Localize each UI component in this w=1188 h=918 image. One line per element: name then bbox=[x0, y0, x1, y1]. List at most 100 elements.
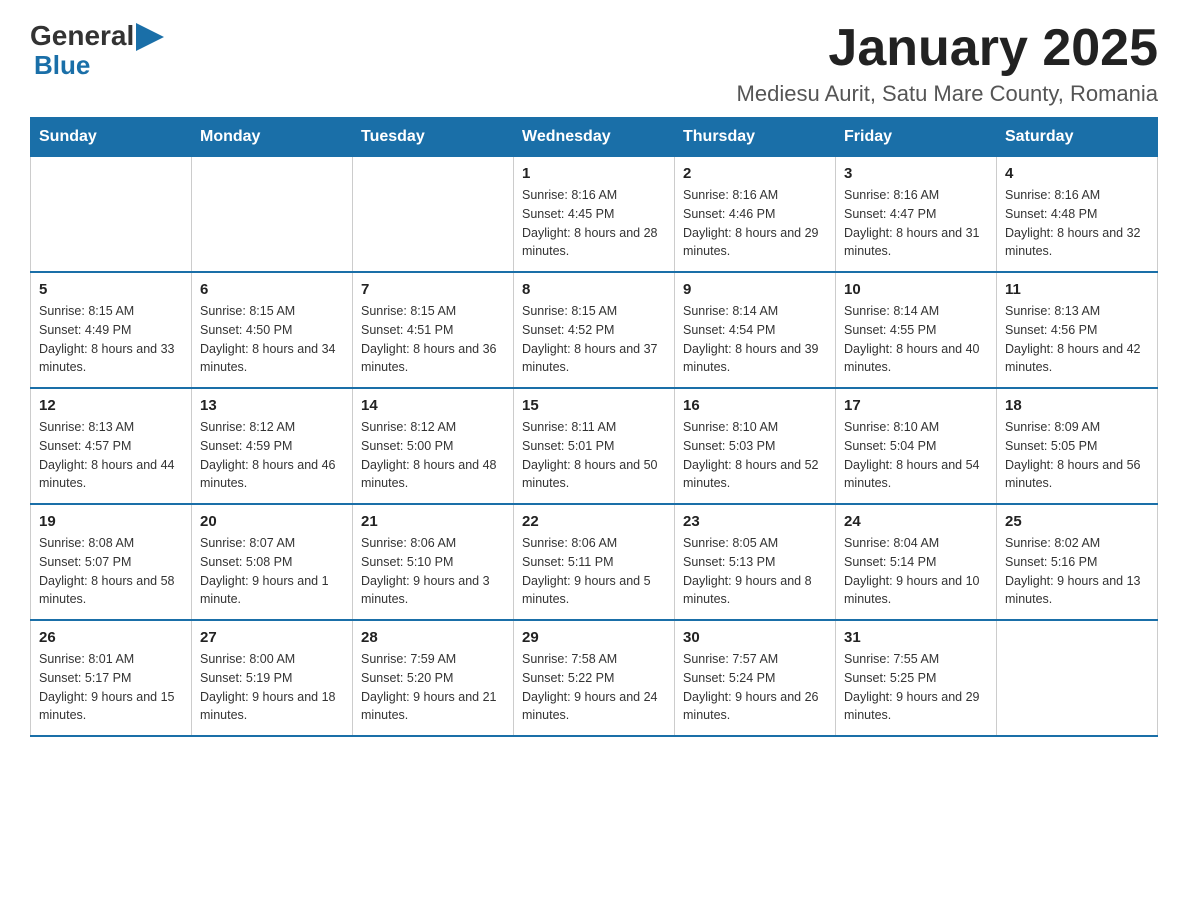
calendar-cell: 4 Sunrise: 8:16 AMSunset: 4:48 PMDaylight… bbox=[997, 157, 1158, 273]
logo-arrow-icon bbox=[136, 23, 164, 51]
calendar-cell: 12 Sunrise: 8:13 AMSunset: 4:57 PMDayligh… bbox=[31, 388, 192, 504]
day-info: Sunrise: 8:08 AMSunset: 5:07 PMDaylight:… bbox=[39, 534, 183, 609]
day-info: Sunrise: 8:02 AMSunset: 5:16 PMDaylight:… bbox=[1005, 534, 1149, 609]
calendar-cell: 24 Sunrise: 8:04 AMSunset: 5:14 PMDayligh… bbox=[836, 504, 997, 620]
weekday-header-thursday: Thursday bbox=[675, 118, 836, 157]
day-info: Sunrise: 8:13 AMSunset: 4:57 PMDaylight:… bbox=[39, 418, 183, 493]
weekday-header-tuesday: Tuesday bbox=[353, 118, 514, 157]
calendar-cell: 30Sunrise: 7:57 AMSunset: 5:24 PMDayligh… bbox=[675, 620, 836, 736]
calendar-cell: 10 Sunrise: 8:14 AMSunset: 4:55 PMDayligh… bbox=[836, 272, 997, 388]
logo-blue-text: Blue bbox=[34, 52, 90, 78]
calendar-cell: 25 Sunrise: 8:02 AMSunset: 5:16 PMDayligh… bbox=[997, 504, 1158, 620]
day-number: 8 bbox=[522, 281, 666, 298]
day-number: 15 bbox=[522, 397, 666, 414]
calendar-cell bbox=[353, 157, 514, 273]
day-number: 28 bbox=[361, 629, 505, 646]
day-info: Sunrise: 8:12 AMSunset: 4:59 PMDaylight:… bbox=[200, 418, 344, 493]
logo-general-text: General bbox=[30, 20, 134, 52]
day-number: 29 bbox=[522, 629, 666, 646]
day-number: 24 bbox=[844, 513, 988, 530]
day-info: Sunrise: 8:14 AMSunset: 4:55 PMDaylight:… bbox=[844, 302, 988, 377]
day-info: Sunrise: 8:15 AMSunset: 4:50 PMDaylight:… bbox=[200, 302, 344, 377]
day-number: 21 bbox=[361, 513, 505, 530]
day-info: Sunrise: 8:00 AMSunset: 5:19 PMDaylight:… bbox=[200, 650, 344, 725]
calendar-cell: 14 Sunrise: 8:12 AMSunset: 5:00 PMDayligh… bbox=[353, 388, 514, 504]
calendar-title: January 2025 bbox=[737, 20, 1158, 77]
calendar-week-row: 26 Sunrise: 8:01 AMSunset: 5:17 PMDayligh… bbox=[31, 620, 1158, 736]
day-number: 3 bbox=[844, 165, 988, 182]
day-number: 12 bbox=[39, 397, 183, 414]
calendar-cell: 3 Sunrise: 8:16 AMSunset: 4:47 PMDaylight… bbox=[836, 157, 997, 273]
day-info: Sunrise: 8:06 AMSunset: 5:11 PMDaylight:… bbox=[522, 534, 666, 609]
weekday-header-saturday: Saturday bbox=[997, 118, 1158, 157]
day-info: Sunrise: 7:58 AMSunset: 5:22 PMDaylight:… bbox=[522, 650, 666, 725]
calendar-cell: 27 Sunrise: 8:00 AMSunset: 5:19 PMDayligh… bbox=[192, 620, 353, 736]
calendar-cell: 1Sunrise: 8:16 AMSunset: 4:45 PMDaylight… bbox=[514, 157, 675, 273]
day-info: Sunrise: 8:05 AMSunset: 5:13 PMDaylight:… bbox=[683, 534, 827, 609]
day-info: Sunrise: 8:11 AMSunset: 5:01 PMDaylight:… bbox=[522, 418, 666, 493]
calendar-cell: 28 Sunrise: 7:59 AMSunset: 5:20 PMDayligh… bbox=[353, 620, 514, 736]
calendar-cell: 15 Sunrise: 8:11 AMSunset: 5:01 PMDayligh… bbox=[514, 388, 675, 504]
day-number: 26 bbox=[39, 629, 183, 646]
calendar-cell: 6 Sunrise: 8:15 AMSunset: 4:50 PMDaylight… bbox=[192, 272, 353, 388]
calendar-cell: 31 Sunrise: 7:55 AMSunset: 5:25 PMDayligh… bbox=[836, 620, 997, 736]
calendar-cell: 5 Sunrise: 8:15 AMSunset: 4:49 PMDaylight… bbox=[31, 272, 192, 388]
day-number: 4 bbox=[1005, 165, 1149, 182]
day-number: 31 bbox=[844, 629, 988, 646]
calendar-week-row: 1Sunrise: 8:16 AMSunset: 4:45 PMDaylight… bbox=[31, 157, 1158, 273]
calendar-body: 1Sunrise: 8:16 AMSunset: 4:45 PMDaylight… bbox=[31, 157, 1158, 737]
calendar-subtitle: Mediesu Aurit, Satu Mare County, Romania bbox=[737, 81, 1158, 107]
calendar-cell: 26 Sunrise: 8:01 AMSunset: 5:17 PMDayligh… bbox=[31, 620, 192, 736]
day-info: Sunrise: 7:55 AMSunset: 5:25 PMDaylight:… bbox=[844, 650, 988, 725]
logo: General Blue bbox=[30, 20, 164, 78]
calendar-cell: 8Sunrise: 8:15 AMSunset: 4:52 PMDaylight… bbox=[514, 272, 675, 388]
day-info: Sunrise: 8:07 AMSunset: 5:08 PMDaylight:… bbox=[200, 534, 344, 609]
day-number: 16 bbox=[683, 397, 827, 414]
calendar-week-row: 12 Sunrise: 8:13 AMSunset: 4:57 PMDayligh… bbox=[31, 388, 1158, 504]
day-info: Sunrise: 8:06 AMSunset: 5:10 PMDaylight:… bbox=[361, 534, 505, 609]
day-info: Sunrise: 7:59 AMSunset: 5:20 PMDaylight:… bbox=[361, 650, 505, 725]
day-info: Sunrise: 8:01 AMSunset: 5:17 PMDaylight:… bbox=[39, 650, 183, 725]
day-number: 19 bbox=[39, 513, 183, 530]
day-number: 25 bbox=[1005, 513, 1149, 530]
calendar-week-row: 5 Sunrise: 8:15 AMSunset: 4:49 PMDaylight… bbox=[31, 272, 1158, 388]
weekday-header-friday: Friday bbox=[836, 118, 997, 157]
day-number: 6 bbox=[200, 281, 344, 298]
day-number: 14 bbox=[361, 397, 505, 414]
calendar-cell: 20Sunrise: 8:07 AMSunset: 5:08 PMDayligh… bbox=[192, 504, 353, 620]
calendar-cell: 7Sunrise: 8:15 AMSunset: 4:51 PMDaylight… bbox=[353, 272, 514, 388]
calendar-cell: 17Sunrise: 8:10 AMSunset: 5:04 PMDayligh… bbox=[836, 388, 997, 504]
calendar-cell bbox=[192, 157, 353, 273]
day-info: Sunrise: 8:16 AMSunset: 4:48 PMDaylight:… bbox=[1005, 186, 1149, 261]
day-info: Sunrise: 8:16 AMSunset: 4:47 PMDaylight:… bbox=[844, 186, 988, 261]
calendar-cell: 18 Sunrise: 8:09 AMSunset: 5:05 PMDayligh… bbox=[997, 388, 1158, 504]
day-number: 22 bbox=[522, 513, 666, 530]
day-number: 23 bbox=[683, 513, 827, 530]
day-number: 11 bbox=[1005, 281, 1149, 298]
day-info: Sunrise: 8:14 AMSunset: 4:54 PMDaylight:… bbox=[683, 302, 827, 377]
day-info: Sunrise: 8:09 AMSunset: 5:05 PMDaylight:… bbox=[1005, 418, 1149, 493]
calendar-cell bbox=[997, 620, 1158, 736]
calendar-cell: 21 Sunrise: 8:06 AMSunset: 5:10 PMDayligh… bbox=[353, 504, 514, 620]
weekday-row: SundayMondayTuesdayWednesdayThursdayFrid… bbox=[31, 118, 1158, 157]
day-number: 9 bbox=[683, 281, 827, 298]
calendar-week-row: 19 Sunrise: 8:08 AMSunset: 5:07 PMDayligh… bbox=[31, 504, 1158, 620]
day-info: Sunrise: 8:10 AMSunset: 5:03 PMDaylight:… bbox=[683, 418, 827, 493]
day-number: 10 bbox=[844, 281, 988, 298]
calendar-cell: 9 Sunrise: 8:14 AMSunset: 4:54 PMDaylight… bbox=[675, 272, 836, 388]
day-number: 30 bbox=[683, 629, 827, 646]
day-info: Sunrise: 8:10 AMSunset: 5:04 PMDaylight:… bbox=[844, 418, 988, 493]
day-info: Sunrise: 8:04 AMSunset: 5:14 PMDaylight:… bbox=[844, 534, 988, 609]
day-number: 27 bbox=[200, 629, 344, 646]
day-info: Sunrise: 8:16 AMSunset: 4:46 PMDaylight:… bbox=[683, 186, 827, 261]
day-info: Sunrise: 8:15 AMSunset: 4:51 PMDaylight:… bbox=[361, 302, 505, 377]
calendar-cell: 13Sunrise: 8:12 AMSunset: 4:59 PMDayligh… bbox=[192, 388, 353, 504]
title-block: January 2025 Mediesu Aurit, Satu Mare Co… bbox=[737, 20, 1158, 107]
day-number: 18 bbox=[1005, 397, 1149, 414]
day-number: 5 bbox=[39, 281, 183, 298]
calendar-table: SundayMondayTuesdayWednesdayThursdayFrid… bbox=[30, 117, 1158, 737]
day-info: Sunrise: 8:12 AMSunset: 5:00 PMDaylight:… bbox=[361, 418, 505, 493]
day-info: Sunrise: 8:15 AMSunset: 4:49 PMDaylight:… bbox=[39, 302, 183, 377]
weekday-header-wednesday: Wednesday bbox=[514, 118, 675, 157]
calendar-cell: 16 Sunrise: 8:10 AMSunset: 5:03 PMDayligh… bbox=[675, 388, 836, 504]
